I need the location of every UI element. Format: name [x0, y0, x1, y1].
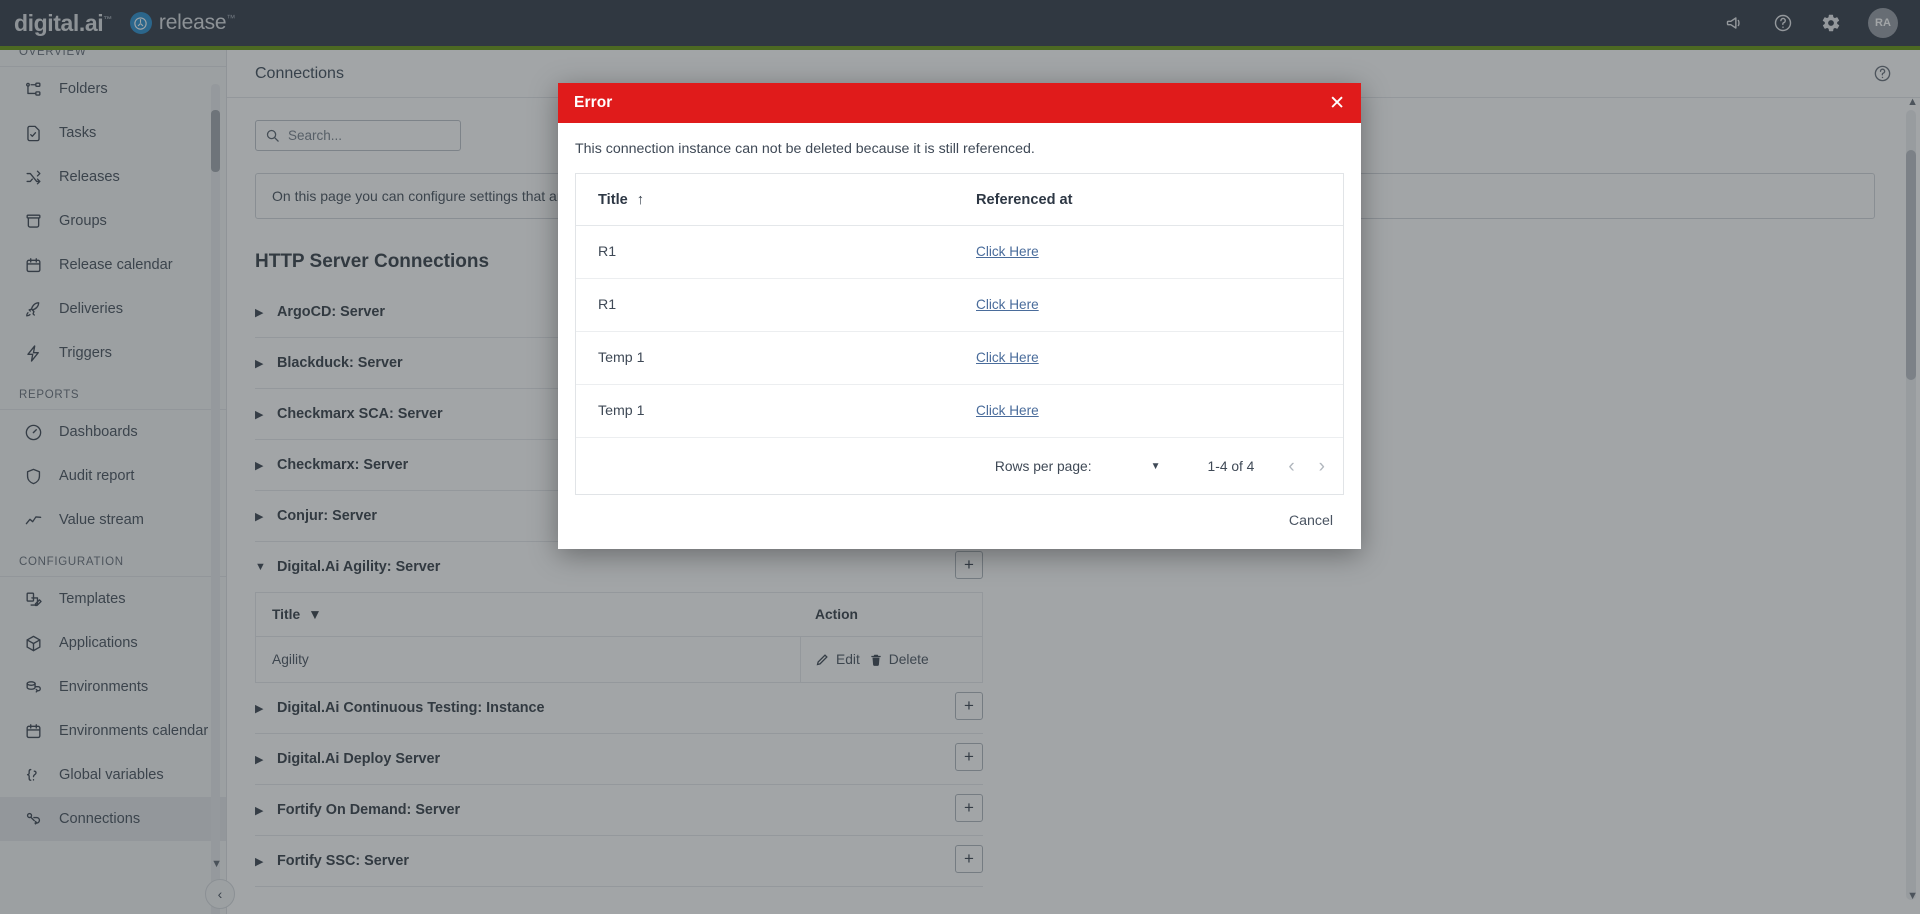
reference-link[interactable]: Click Here	[976, 350, 1039, 365]
table-row: Temp 1 Click Here	[576, 332, 1343, 385]
error-dialog: Error ✕ This connection instance can not…	[558, 83, 1361, 549]
table-header-row: Title ↑ Referenced at	[576, 174, 1343, 226]
app-root: digital.ai™ release™ RA OVERVIEW Folders…	[0, 0, 1920, 914]
table-pagination: Rows per page: ▼ 1-4 of 4 ‹ ›	[576, 438, 1343, 494]
cell-title: R1	[598, 297, 617, 313]
cell-title: Temp 1	[598, 350, 645, 366]
previous-page-button[interactable]: ‹	[1288, 457, 1294, 476]
close-icon[interactable]: ✕	[1329, 94, 1345, 113]
cell-title: R1	[598, 244, 617, 260]
cell-referenced-at: Click Here	[976, 297, 1039, 313]
cell-referenced-at: Click Here	[976, 244, 1039, 260]
sort-ascending-icon: ↑	[636, 191, 645, 208]
error-message: This connection instance can not be dele…	[575, 141, 1035, 157]
table-row: R1 Click Here	[576, 226, 1343, 279]
reference-link[interactable]: Click Here	[976, 297, 1039, 312]
column-header-title[interactable]: Title ↑	[576, 192, 976, 208]
dialog-footer: Cancel	[558, 495, 1361, 549]
rows-per-page-label: Rows per page:	[994, 458, 1092, 474]
dialog-header: Error ✕	[558, 83, 1361, 123]
table-row: R1 Click Here	[576, 279, 1343, 332]
pagination-range: 1-4 of 4	[1207, 458, 1255, 474]
table-row: Temp 1 Click Here	[576, 385, 1343, 438]
table-body: R1 Click Here R1 Click Here Temp 1 Click Here…	[576, 226, 1343, 438]
next-page-button[interactable]: ›	[1319, 457, 1325, 476]
reference-link[interactable]: Click Here	[976, 403, 1039, 418]
reference-link[interactable]: Click Here	[976, 244, 1039, 259]
rows-per-page-select[interactable]: ▼	[1148, 461, 1164, 472]
dialog-title: Error	[574, 94, 613, 111]
cell-referenced-at: Click Here	[976, 350, 1039, 366]
column-header-referenced-at: Referenced at	[976, 191, 1073, 208]
column-header-title-label: Title	[598, 191, 628, 208]
dialog-body: This connection instance can not be dele…	[558, 123, 1361, 495]
cell-title: Temp 1	[598, 403, 645, 419]
references-table: Title ↑ Referenced at R1 Click Here R1 Clic…	[575, 173, 1344, 495]
cancel-button[interactable]: Cancel	[1283, 509, 1339, 533]
cell-referenced-at: Click Here	[976, 403, 1039, 419]
